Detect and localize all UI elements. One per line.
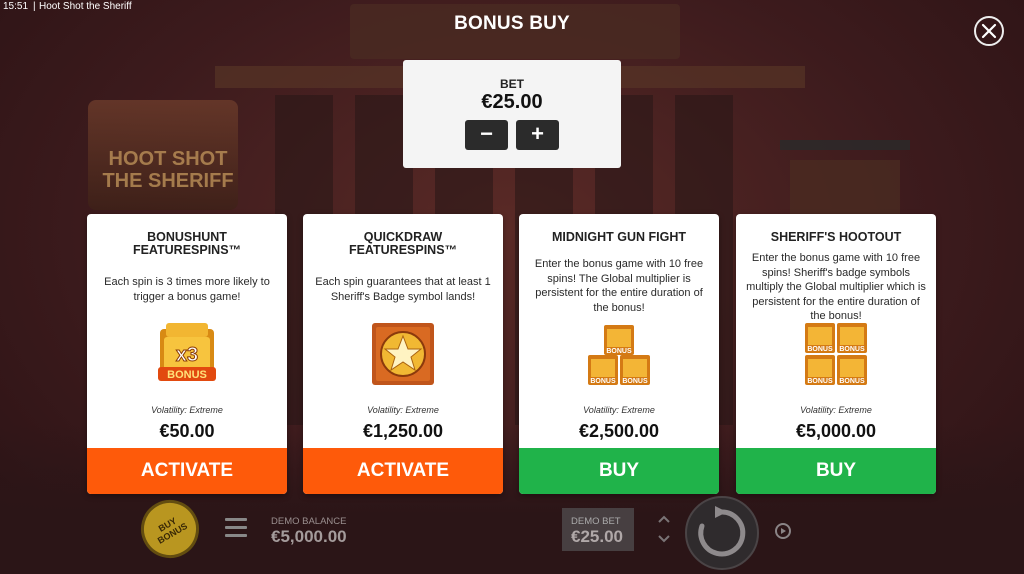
- bonus-card-bonushunt: BONUSHUNT FEATURESPINS™ Each spin is 3 t…: [87, 214, 287, 494]
- page-title: BONUS BUY: [454, 13, 570, 34]
- card-description: Enter the bonus game with 10 free spins!…: [746, 252, 926, 322]
- clock: 15:51: [3, 1, 29, 12]
- title-separator: |: [33, 1, 36, 12]
- spin-button[interactable]: [685, 496, 759, 570]
- volatility-label: Volatility: Extreme: [151, 405, 223, 415]
- x3-bonus-icon: x3 BONUS: [158, 323, 216, 381]
- hanging-sign: [790, 160, 900, 215]
- card-title-line: FEATURESPINS™: [132, 243, 242, 257]
- close-button[interactable]: [974, 16, 1004, 46]
- card-title: BONUSHUNT FEATURESPINS™: [97, 231, 277, 257]
- activate-button[interactable]: ACTIVATE: [303, 448, 503, 494]
- chest-label: BONUS: [807, 346, 833, 353]
- demo-bet-label: DEMO BET: [571, 516, 621, 527]
- chevron-down-icon[interactable]: [656, 533, 672, 545]
- price: €50.00: [159, 421, 215, 441]
- autoplay-icon[interactable]: [772, 520, 794, 542]
- spin-arrows-icon: [698, 506, 746, 557]
- chevron-up-icon[interactable]: [656, 513, 672, 525]
- bet-value: €25.00: [481, 91, 543, 113]
- price: €1,250.00: [362, 421, 444, 441]
- card-title-line: MIDNIGHT GUN FIGHT: [551, 230, 686, 244]
- volatility-label: Volatility: Extreme: [800, 405, 872, 415]
- balance-value: €5,000.00: [271, 527, 347, 546]
- buy-button[interactable]: BUY: [519, 448, 719, 494]
- game-logo-text: HOOT SHOT THE SHERIFF: [102, 148, 234, 192]
- card-description: Each spin is 3 times more likely to trig…: [104, 276, 270, 303]
- bet-decrease-button[interactable]: −: [465, 120, 508, 150]
- bet-label: BET: [500, 77, 524, 91]
- bet-panel: BET €25.00 − +: [403, 60, 621, 168]
- chest-label: BONUS: [590, 378, 616, 385]
- price: €5,000.00: [795, 421, 877, 441]
- chest-label: BONUS: [807, 378, 833, 385]
- bonus-card-midnight-gun-fight: MIDNIGHT GUN FIGHT Enter the bonus game …: [519, 214, 719, 494]
- x3-icon-text: x3: [176, 344, 198, 366]
- bet-increase-button[interactable]: +: [516, 120, 559, 150]
- card-description: Each spin guarantees that at least 1 She…: [315, 276, 491, 303]
- buy-button[interactable]: BUY: [736, 448, 936, 494]
- four-bonus-chests-icon: BONUS BONUS BONUS BONUS: [805, 323, 867, 385]
- demo-bet-value: €25.00: [571, 527, 623, 546]
- sign-post: [780, 140, 910, 150]
- card-title-line: SHERIFF'S HOOTOUT: [770, 230, 902, 244]
- chest-label: BONUS: [606, 348, 632, 355]
- chest-label: BONUS: [839, 378, 865, 385]
- sheriff-badge-icon: [372, 323, 434, 385]
- app-title: Hoot Shot the Sheriff: [39, 1, 132, 12]
- chest-label: BONUS: [839, 346, 865, 353]
- close-icon: [981, 23, 997, 39]
- bonus-card-quickdraw: QUICKDRAW FEATURESPINS™ Each spin guaran…: [303, 214, 503, 494]
- bonus-card-sheriffs-hootout: SHERIFF'S HOOTOUT Enter the bonus game w…: [736, 214, 936, 494]
- bonus-icon-text: BONUS: [167, 369, 207, 381]
- volatility-label: Volatility: Extreme: [583, 405, 655, 415]
- balance-label: DEMO BALANCE: [271, 516, 347, 527]
- card-title-line: FEATURESPINS™: [348, 243, 458, 257]
- card-title: QUICKDRAW FEATURESPINS™: [313, 231, 493, 257]
- card-description: Enter the bonus game with 10 free spins!…: [534, 258, 704, 314]
- volatility-label: Volatility: Extreme: [367, 405, 439, 415]
- three-bonus-chests-icon: BONUS BONUS BONUS: [588, 325, 650, 385]
- activate-button[interactable]: ACTIVATE: [87, 448, 287, 494]
- chest-label: BONUS: [622, 378, 648, 385]
- card-title: SHERIFF'S HOOTOUT: [746, 231, 926, 244]
- hamburger-menu-icon[interactable]: [225, 518, 247, 538]
- price: €2,500.00: [578, 421, 660, 441]
- card-title: MIDNIGHT GUN FIGHT: [529, 231, 709, 244]
